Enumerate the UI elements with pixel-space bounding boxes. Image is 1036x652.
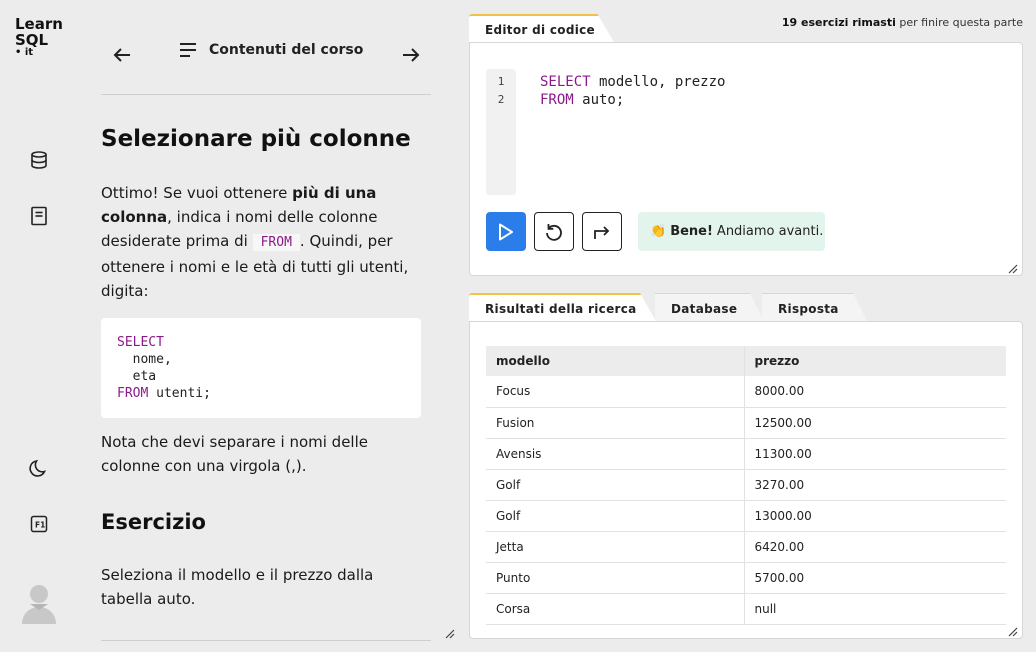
tab-code-editor[interactable]: Editor di codice [469, 14, 615, 44]
code-line: utenti; [148, 386, 211, 401]
resize-handle-icon[interactable] [445, 626, 455, 639]
line-number: 1 [497, 75, 505, 88]
course-panel: Contenuti del corso Selezionare più colo… [101, 0, 455, 652]
logo-line-3: • it [15, 47, 34, 58]
tab-database[interactable]: Database [655, 293, 765, 323]
code-editor-panel: 1 2 SELECT modello, prezzo FROM auto; 👏 … [469, 42, 1023, 276]
code-keyword-from: FROM [540, 92, 574, 108]
feedback-message: 👏 Bene! Andiamo avanti. [638, 212, 825, 251]
table-row: Focus 8000.00 [486, 376, 1006, 408]
code-keyword-select: SELECT [117, 335, 164, 350]
previous-arrow-icon[interactable] [109, 42, 135, 68]
table-cell: Jetta [486, 531, 745, 563]
table-cell: 13000.00 [744, 500, 1006, 532]
resize-handle-icon[interactable] [1008, 261, 1018, 274]
table-cell: Punto [486, 562, 745, 594]
reset-button[interactable] [534, 212, 574, 251]
moon-icon[interactable] [28, 457, 50, 479]
table-cell: 8000.00 [744, 376, 1006, 408]
table-row: Golf 3270.00 [486, 469, 1006, 501]
course-contents-button[interactable]: Contenuti del corso [179, 42, 363, 58]
tab-answer[interactable]: Risposta [762, 293, 868, 323]
line-number-gutter: 1 2 [486, 69, 516, 195]
table-cell: Corsa [486, 593, 745, 625]
lesson-intro: Ottimo! Se vuoi ottenere più di una colo… [101, 181, 421, 303]
table-cell: 3270.00 [744, 469, 1006, 501]
table-cell: 11300.00 [744, 438, 1006, 470]
next-exercise-button[interactable] [582, 212, 622, 251]
exercises-remaining-count: 19 esercizi rimasti [781, 16, 896, 29]
table-row: Jetta 6420.00 [486, 531, 1006, 563]
divider [101, 640, 431, 641]
course-navigation: Contenuti del corso [101, 30, 431, 80]
user-avatar[interactable] [20, 582, 58, 624]
results-table: modello prezzo Focus 8000.00 Fusion 12500.… [486, 346, 1006, 625]
intro-text-1: Ottimo! Se vuoi ottenere [101, 184, 293, 202]
code-line: eta [117, 369, 157, 384]
exercise-text: Seleziona il modello e il prezzo dalla t… [101, 566, 374, 608]
code-keyword-select: SELECT [540, 74, 591, 90]
table-cell: 12500.00 [744, 407, 1006, 439]
resize-handle-icon[interactable] [1008, 624, 1018, 637]
divider [101, 94, 431, 95]
feedback-bold: Bene! [670, 224, 713, 239]
table-cell: Golf [486, 469, 745, 501]
inline-code-from: FROM [252, 234, 300, 251]
table-row: Fusion 12500.00 [486, 407, 1006, 439]
code-line: modello, prezzo [590, 74, 726, 90]
table-cell: Focus [486, 376, 745, 408]
menu-lines-icon [180, 43, 196, 57]
table-cell: 5700.00 [744, 562, 1006, 594]
lesson-note: Nota che devi separare i nomi delle colo… [101, 433, 368, 475]
book-icon[interactable] [28, 205, 50, 227]
play-icon [499, 223, 513, 240]
example-code-block: SELECT nome, eta FROM utenti; [101, 318, 421, 418]
svg-text:F1: F1 [35, 521, 45, 530]
table-cell: Avensis [486, 438, 745, 470]
exercise-title: Esercizio [101, 510, 206, 534]
reset-icon [546, 223, 562, 241]
column-header-modello: modello [486, 346, 745, 376]
run-button[interactable] [486, 212, 526, 251]
table-row: Avensis 11300.00 [486, 438, 1006, 470]
sql-code-input[interactable]: SELECT modello, prezzo FROM auto; [540, 73, 725, 109]
progress-rest: per finire questa parte [895, 16, 1023, 29]
course-contents-label: Contenuti del corso [209, 42, 364, 58]
table-cell: Fusion [486, 407, 745, 439]
column-header-prezzo: prezzo [744, 346, 1006, 376]
redirect-arrow-icon [594, 225, 610, 239]
next-arrow-icon[interactable] [398, 42, 424, 68]
clapping-hands-icon: 👏 [650, 224, 667, 239]
query-results-panel: modello prezzo Focus 8000.00 Fusion 12500.… [469, 321, 1023, 639]
table-row: Corsa null [486, 593, 1006, 625]
table-header-row: modello prezzo [486, 346, 1006, 376]
table-cell: null [744, 593, 1006, 625]
tab-query-results[interactable]: Risultati della ricerca [469, 293, 657, 323]
left-rail: Learn SQL • it F1 [0, 0, 78, 652]
table-row: Golf 13000.00 [486, 500, 1006, 532]
table-cell: Golf [486, 500, 745, 532]
code-keyword-from: FROM [117, 386, 149, 401]
progress-text: 19 esercizi rimasti per finire questa pa… [782, 16, 1023, 29]
code-line: auto; [573, 92, 625, 108]
lesson-title: Selezionare più colonne [101, 126, 411, 152]
table-row: Punto 5700.00 [486, 562, 1006, 594]
feedback-text: Andiamo avanti. [716, 224, 824, 239]
learnsql-logo[interactable]: Learn SQL • it [15, 16, 63, 58]
table-cell: 6420.00 [744, 531, 1006, 563]
line-number: 2 [497, 93, 505, 106]
f1-key-icon[interactable]: F1 [28, 513, 50, 535]
database-icon[interactable] [28, 149, 50, 171]
code-line: nome, [117, 352, 172, 367]
